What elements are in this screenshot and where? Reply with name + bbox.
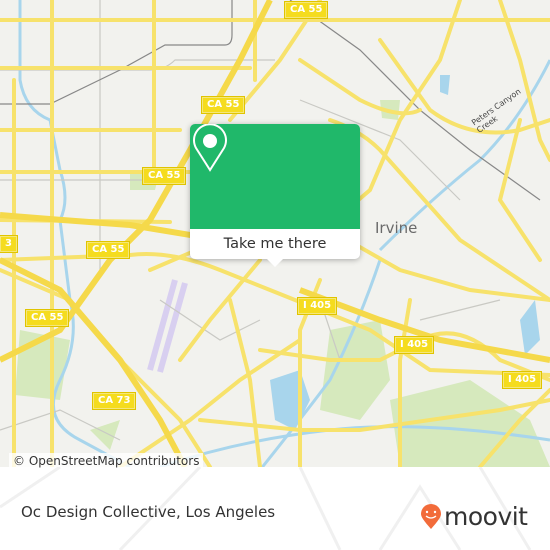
popup-header [190, 124, 360, 229]
take-me-there-button[interactable]: Take me there [190, 229, 360, 259]
highway-shield: I 405 [501, 371, 543, 389]
moovit-logo[interactable]: moovit [420, 502, 528, 531]
highway-shield: 3 [0, 235, 18, 253]
highway-shield: CA 55 [141, 167, 187, 185]
highway-shield: CA 55 [85, 241, 131, 259]
map-canvas[interactable]: CA 55 CA 55 CA 55 CA 55 CA 55 CA 73 3 I … [0, 0, 550, 467]
city-label-irvine: Irvine [375, 219, 418, 237]
highway-shield: I 405 [393, 336, 435, 354]
highway-shield: CA 55 [200, 96, 246, 114]
map-pin-icon [193, 124, 227, 172]
highway-shield: CA 55 [283, 1, 329, 19]
rail-line [0, 0, 233, 105]
moovit-pin-icon [421, 503, 441, 529]
moovit-wordmark: moovit [444, 502, 528, 531]
highway-shield: I 405 [296, 297, 338, 315]
place-name: Oc Design Collective, Los Angeles [21, 503, 276, 521]
location-popup[interactable]: Take me there [190, 124, 360, 267]
highway-shield: CA 55 [24, 309, 70, 327]
highway-shield: CA 73 [91, 392, 137, 410]
